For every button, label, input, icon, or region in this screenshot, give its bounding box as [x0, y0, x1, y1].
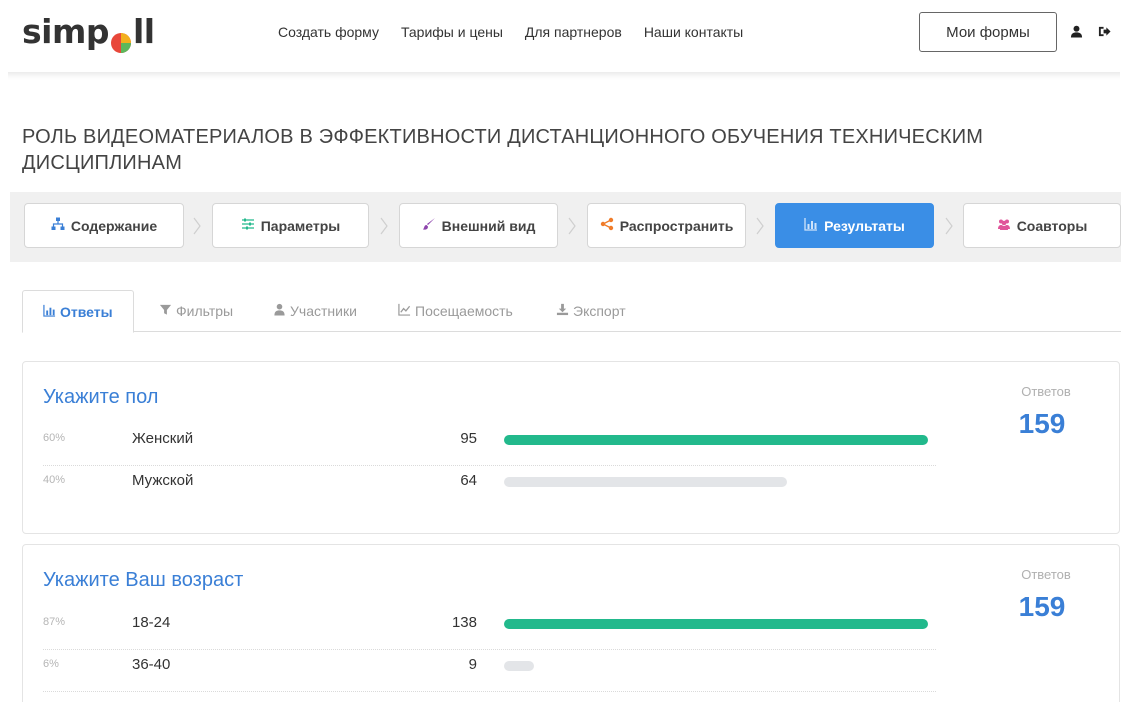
tab-label: Участники [290, 303, 357, 319]
answer-label: 36-40 [132, 656, 171, 673]
tab-attendance[interactable]: Посещаемость [398, 290, 513, 332]
answer-count: 9 [468, 656, 477, 673]
tab-label: Ответы [60, 303, 113, 320]
answer-label: 18-24 [132, 614, 171, 631]
tab-answers[interactable]: Ответы [22, 290, 134, 333]
answer-count: 95 [460, 430, 477, 447]
filter-icon [159, 303, 172, 319]
step-label: Параметры [260, 217, 341, 234]
answer-bar [504, 619, 928, 629]
chevron-right-icon [192, 216, 202, 236]
responses-label: Ответов [1021, 384, 1071, 399]
answer-percent: 60% [43, 432, 66, 444]
chevron-right-icon [755, 216, 765, 236]
question-card: Укажите пол Ответов 159 60% Женский 95 4… [22, 361, 1120, 534]
nav-partners[interactable]: Для партнеров [525, 24, 622, 40]
answer-row: 60% Женский 95 [43, 424, 936, 466]
results-tabs: Ответы Фильтры Участники Посещаемость Эк… [22, 290, 1121, 333]
nav-contacts[interactable]: Наши контакты [644, 24, 743, 40]
answer-label: Женский [132, 430, 194, 447]
brush-icon [422, 217, 436, 234]
tab-filters[interactable]: Фильтры [159, 290, 233, 332]
step-settings[interactable]: Параметры [212, 203, 369, 248]
answer-percent: 87% [43, 616, 66, 628]
step-label: Распространить [619, 217, 734, 234]
chevron-right-icon [379, 216, 389, 236]
tab-label: Фильтры [176, 303, 234, 319]
step-label: Соавторы [1016, 217, 1088, 234]
header-divider [8, 72, 1120, 80]
answer-percent: 40% [43, 474, 66, 486]
tab-label: Экспорт [573, 303, 626, 319]
answer-row: 40% Мужской 64 [43, 466, 936, 508]
my-forms-button[interactable]: Мои формы [919, 12, 1057, 52]
answer-row: 6% 36-40 9 [43, 650, 936, 692]
step-results[interactable]: Результаты [775, 203, 934, 248]
step-coauthors[interactable]: Соавторы [963, 203, 1121, 248]
step-appearance[interactable]: Внешний вид [399, 203, 558, 248]
answer-row: 87% 18-24 138 [43, 608, 936, 650]
form-title: РОЛЬ ВИДЕОМАТЕРИАЛОВ В ЭФФЕКТИВНОСТИ ДИС… [22, 126, 984, 174]
tab-export[interactable]: Экспорт [556, 290, 626, 332]
answer-bar [504, 435, 928, 445]
steps-bar: Содержание Параметры Внешний вид Распрос… [10, 192, 1121, 262]
step-label: Содержание [70, 217, 158, 234]
answer-bar [504, 477, 787, 487]
sitemap-icon [51, 217, 65, 234]
bar-chart-icon [804, 217, 818, 234]
logo[interactable]: simp ll [22, 12, 155, 53]
step-label: Результаты [824, 217, 905, 234]
users-icon [997, 217, 1011, 234]
answer-percent: 6% [43, 658, 59, 670]
logo-pie-icon [110, 23, 132, 53]
logo-text-right: ll [132, 12, 155, 51]
responses-label: Ответов [1021, 567, 1071, 582]
nav-create-form[interactable]: Создать форму [278, 24, 379, 40]
chevron-right-icon [567, 216, 577, 236]
chevron-right-icon [944, 216, 954, 236]
question-title: Укажите Ваш возраст [43, 569, 244, 591]
answer-count: 138 [451, 614, 477, 631]
responses-count: 159 [1018, 591, 1066, 622]
answer-label: Мужской [132, 472, 194, 489]
line-chart-icon [398, 303, 411, 319]
step-content[interactable]: Содержание [24, 203, 184, 248]
user-icon [273, 303, 286, 319]
site-header: simp ll Создать форму Тарифы и цены Для п… [0, 0, 1121, 72]
tab-label: Посещаемость [415, 303, 513, 319]
tab-participants[interactable]: Участники [273, 290, 357, 332]
user-icon[interactable] [1069, 24, 1083, 38]
responses-count: 159 [1018, 408, 1066, 439]
question-title: Укажите пол [43, 386, 159, 408]
logo-text-left: simp [22, 12, 109, 51]
answer-count: 64 [460, 472, 477, 489]
bar-chart-icon [43, 304, 56, 320]
step-label: Внешний вид [441, 217, 536, 234]
logout-icon[interactable] [1097, 24, 1111, 38]
sliders-icon [241, 217, 255, 234]
question-card: Укажите Ваш возраст Ответов 159 87% 18-2… [22, 544, 1120, 702]
download-icon [556, 303, 569, 319]
share-icon [600, 217, 614, 234]
answer-bar [504, 661, 534, 671]
nav-pricing[interactable]: Тарифы и цены [401, 24, 503, 40]
main-nav: Создать форму Тарифы и цены Для партнеро… [278, 24, 765, 40]
step-share[interactable]: Распространить [587, 203, 746, 248]
